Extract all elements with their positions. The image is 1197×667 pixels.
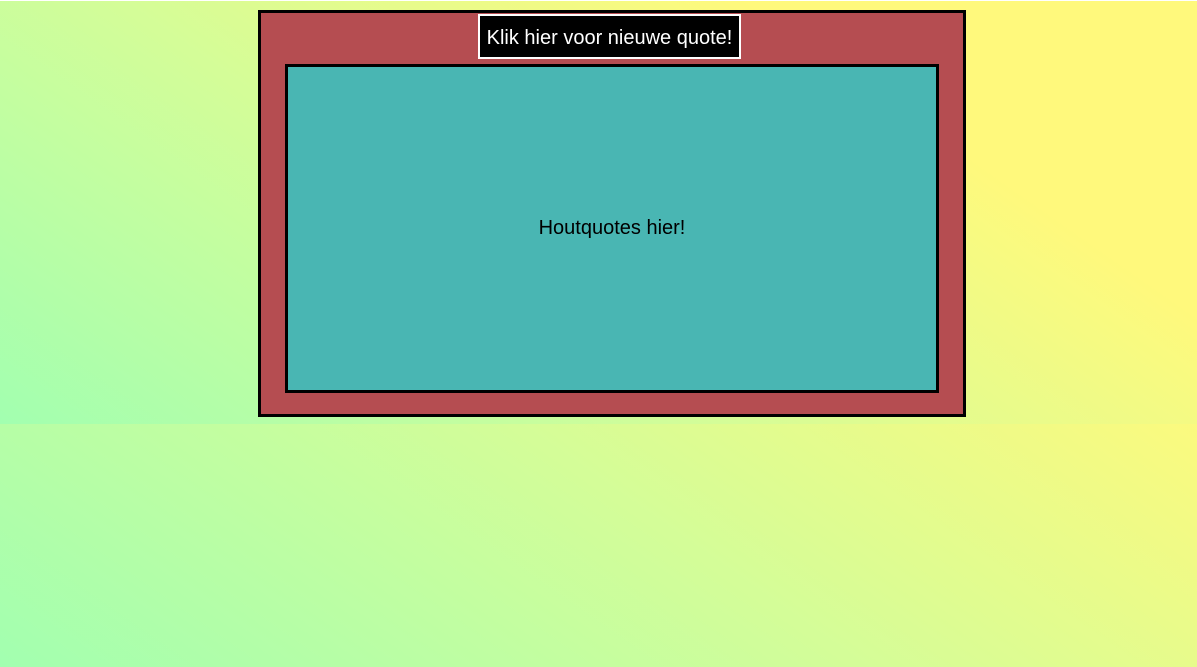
quote-display-panel: Houtquotes hier!	[285, 64, 939, 393]
new-quote-button[interactable]: Klik hier voor nieuwe quote!	[478, 14, 741, 59]
page-top-edge	[0, 0, 1197, 1]
quote-frame: Klik hier voor nieuwe quote! Houtquotes …	[258, 10, 966, 417]
quote-text: Houtquotes hier!	[538, 217, 686, 239]
